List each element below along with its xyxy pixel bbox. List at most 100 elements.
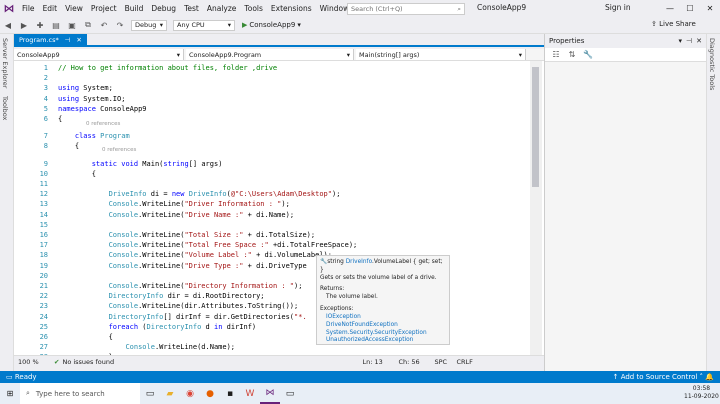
- minimize-icon[interactable]: —: [660, 0, 680, 17]
- close-icon[interactable]: ✕: [700, 0, 720, 17]
- code-line[interactable]: namespace ConsoleApp9: [58, 105, 147, 113]
- codelens-class-references[interactable]: 0 references: [86, 121, 120, 127]
- code-line[interactable]: Console.WriteLine("Directory Information…: [58, 282, 303, 290]
- tooltip-exception-link[interactable]: System.Security.SecurityException: [320, 330, 446, 338]
- firefox-icon[interactable]: ●: [200, 383, 220, 404]
- file-explorer-icon[interactable]: ▰: [160, 383, 180, 404]
- live-share-button[interactable]: ⇪ Live Share: [651, 20, 696, 28]
- run-button[interactable]: ▶ ConsoleApp9 ▾: [242, 21, 301, 29]
- chevron-down-icon[interactable]: ▾: [679, 37, 683, 45]
- type-dropdown-value: ConsoleApp9.Program: [189, 50, 262, 59]
- code-line[interactable]: {: [58, 333, 113, 341]
- code-line[interactable]: {: [58, 170, 96, 178]
- back-icon[interactable]: ◀: [2, 19, 14, 31]
- forward-icon[interactable]: ▶: [18, 19, 30, 31]
- add-to-source-control[interactable]: ↑ Add to Source Control ˄ 🔔: [613, 373, 714, 381]
- code-line[interactable]: DirectoryInfo dir = di.RootDirectory;: [58, 292, 265, 300]
- member-dropdown[interactable]: Main(string[] args) ▾: [356, 49, 526, 60]
- menu-project[interactable]: Project: [87, 4, 121, 13]
- clock-time: 03:58: [692, 385, 711, 392]
- menu-test[interactable]: Test: [180, 4, 203, 13]
- menu-build[interactable]: Build: [121, 4, 148, 13]
- line-number: 1: [43, 64, 48, 72]
- system-clock[interactable]: 03:58 11-09-2020: [684, 385, 719, 401]
- menu-edit[interactable]: Edit: [39, 4, 62, 13]
- search-input[interactable]: Search (Ctrl+Q) ⌕: [347, 3, 465, 15]
- project-dropdown[interactable]: ConsoleApp9 ▾: [14, 49, 184, 60]
- tooltip-exception-link[interactable]: UnauthorizedAccessException: [320, 337, 446, 345]
- code-line[interactable]: Console.WriteLine("Volume Label :" + di.…: [58, 251, 332, 259]
- pin-icon[interactable]: ⊣: [65, 36, 71, 44]
- server-explorer-tab[interactable]: Server Explorer: [0, 34, 9, 92]
- toolbox-tab[interactable]: Toolbox: [0, 92, 9, 124]
- sign-in-link[interactable]: Sign in: [605, 3, 631, 12]
- scrollbar-thumb[interactable]: [532, 67, 539, 187]
- tooltip-signature-type[interactable]: DriveInfo: [346, 259, 372, 265]
- categorized-icon[interactable]: ☷: [550, 49, 562, 61]
- type-dropdown[interactable]: ConsoleApp9.Program ▾: [186, 49, 354, 60]
- tooltip-exception-link[interactable]: DriveNotFoundException: [320, 322, 446, 330]
- code-line[interactable]: DriveInfo di = new DriveInfo(@"C:\Users\…: [58, 190, 341, 198]
- menu-view[interactable]: View: [61, 4, 87, 13]
- task-view-icon[interactable]: ▭: [140, 383, 160, 404]
- code-line[interactable]: Console.WriteLine("Total Size :" + di.To…: [58, 231, 316, 239]
- app-icon[interactable]: ▭: [280, 383, 300, 404]
- taskbar-search-placeholder: Type here to search: [35, 389, 105, 398]
- start-icon[interactable]: ⊞: [0, 383, 20, 404]
- code-editor[interactable]: 1 2 3 4 5 6 7 8 9 10 11 12 13 14 15 16 17 18 19 20 21 22 23 24 2…: [14, 61, 544, 355]
- open-icon[interactable]: ▤: [50, 19, 62, 31]
- bell-icon[interactable]: 🔔: [703, 373, 714, 381]
- line-ending[interactable]: CRLF: [456, 358, 480, 366]
- code-line[interactable]: DirectoryInfo[] dirInf = dir.GetDirector…: [58, 313, 307, 321]
- word-icon[interactable]: W: [240, 383, 260, 404]
- menu-analyze[interactable]: Analyze: [203, 4, 241, 13]
- menu-tools[interactable]: Tools: [240, 4, 266, 13]
- whitespace-mode[interactable]: SPC: [434, 358, 456, 366]
- tab-program-cs[interactable]: Program.cs* ⊣ ✕: [14, 34, 87, 45]
- menu-extensions[interactable]: Extensions: [267, 4, 316, 13]
- code-line[interactable]: static void Main(string[] args): [58, 160, 223, 168]
- property-pages-icon[interactable]: 🔧: [582, 49, 594, 61]
- chrome-icon[interactable]: ◉: [180, 383, 200, 404]
- tooltip-summary: Gets or sets the volume label of a drive…: [320, 274, 437, 281]
- code-line[interactable]: class Program: [58, 132, 130, 140]
- maximize-icon[interactable]: ☐: [680, 0, 700, 17]
- pin-icon[interactable]: ⊣: [686, 37, 692, 45]
- configuration-select[interactable]: Debug ▾: [131, 19, 167, 31]
- zoom-level[interactable]: 100 %: [14, 358, 54, 366]
- close-icon[interactable]: ✕: [76, 36, 81, 44]
- code-line[interactable]: Console.WriteLine("Drive Type :" + di.Dr…: [58, 262, 307, 270]
- code-line[interactable]: foreach (DirectoryInfo d in dirInf): [58, 323, 257, 331]
- code-line[interactable]: using System;: [58, 84, 113, 92]
- save-all-icon[interactable]: ⧉: [82, 19, 94, 31]
- visual-studio-icon[interactable]: ⋈: [260, 383, 280, 404]
- taskbar-search[interactable]: ⌕ Type here to search: [20, 383, 140, 404]
- visual-studio-logo-icon[interactable]: ⋈: [0, 0, 18, 17]
- issues-indicator[interactable]: No issues found: [62, 358, 362, 366]
- codelens-main-references[interactable]: 0 references: [102, 147, 136, 153]
- platform-select[interactable]: Any CPU ▾: [173, 19, 235, 31]
- menu-debug[interactable]: Debug: [147, 4, 180, 13]
- code-line[interactable]: // How to get information about files, f…: [58, 64, 277, 72]
- code-line[interactable]: Console.WriteLine("Driver Information : …: [58, 200, 290, 208]
- code-line[interactable]: Console.WriteLine(dir.Attributes.ToStrin…: [58, 302, 299, 310]
- diagnostic-tools-tab[interactable]: Diagnostic Tools: [707, 34, 716, 94]
- alphabetical-icon[interactable]: ⇅: [566, 49, 578, 61]
- save-icon[interactable]: ▣: [66, 19, 78, 31]
- tooltip-exception-link[interactable]: IOException: [320, 314, 446, 322]
- code-line[interactable]: Console.WriteLine("Total Free Space :" +…: [58, 241, 358, 249]
- tooltip-returns-label: Returns:: [320, 286, 345, 293]
- code-line[interactable]: using System.IO;: [58, 95, 125, 103]
- close-icon[interactable]: ✕: [696, 37, 702, 45]
- line-indicator: Ln: 13: [362, 358, 383, 366]
- new-project-icon[interactable]: ✚: [34, 19, 46, 31]
- redo-icon[interactable]: ↷: [114, 19, 126, 31]
- undo-icon[interactable]: ↶: [98, 19, 110, 31]
- code-line[interactable]: Console.WriteLine(d.Name);: [58, 343, 235, 351]
- code-line[interactable]: Console.WriteLine("Drive Name :" + di.Na…: [58, 211, 294, 219]
- code-line[interactable]: {: [58, 115, 62, 123]
- cmd-icon[interactable]: ▪: [220, 383, 240, 404]
- menu-file[interactable]: File: [18, 4, 39, 13]
- platform-value: Any CPU: [177, 21, 205, 29]
- code-line[interactable]: {: [58, 142, 79, 150]
